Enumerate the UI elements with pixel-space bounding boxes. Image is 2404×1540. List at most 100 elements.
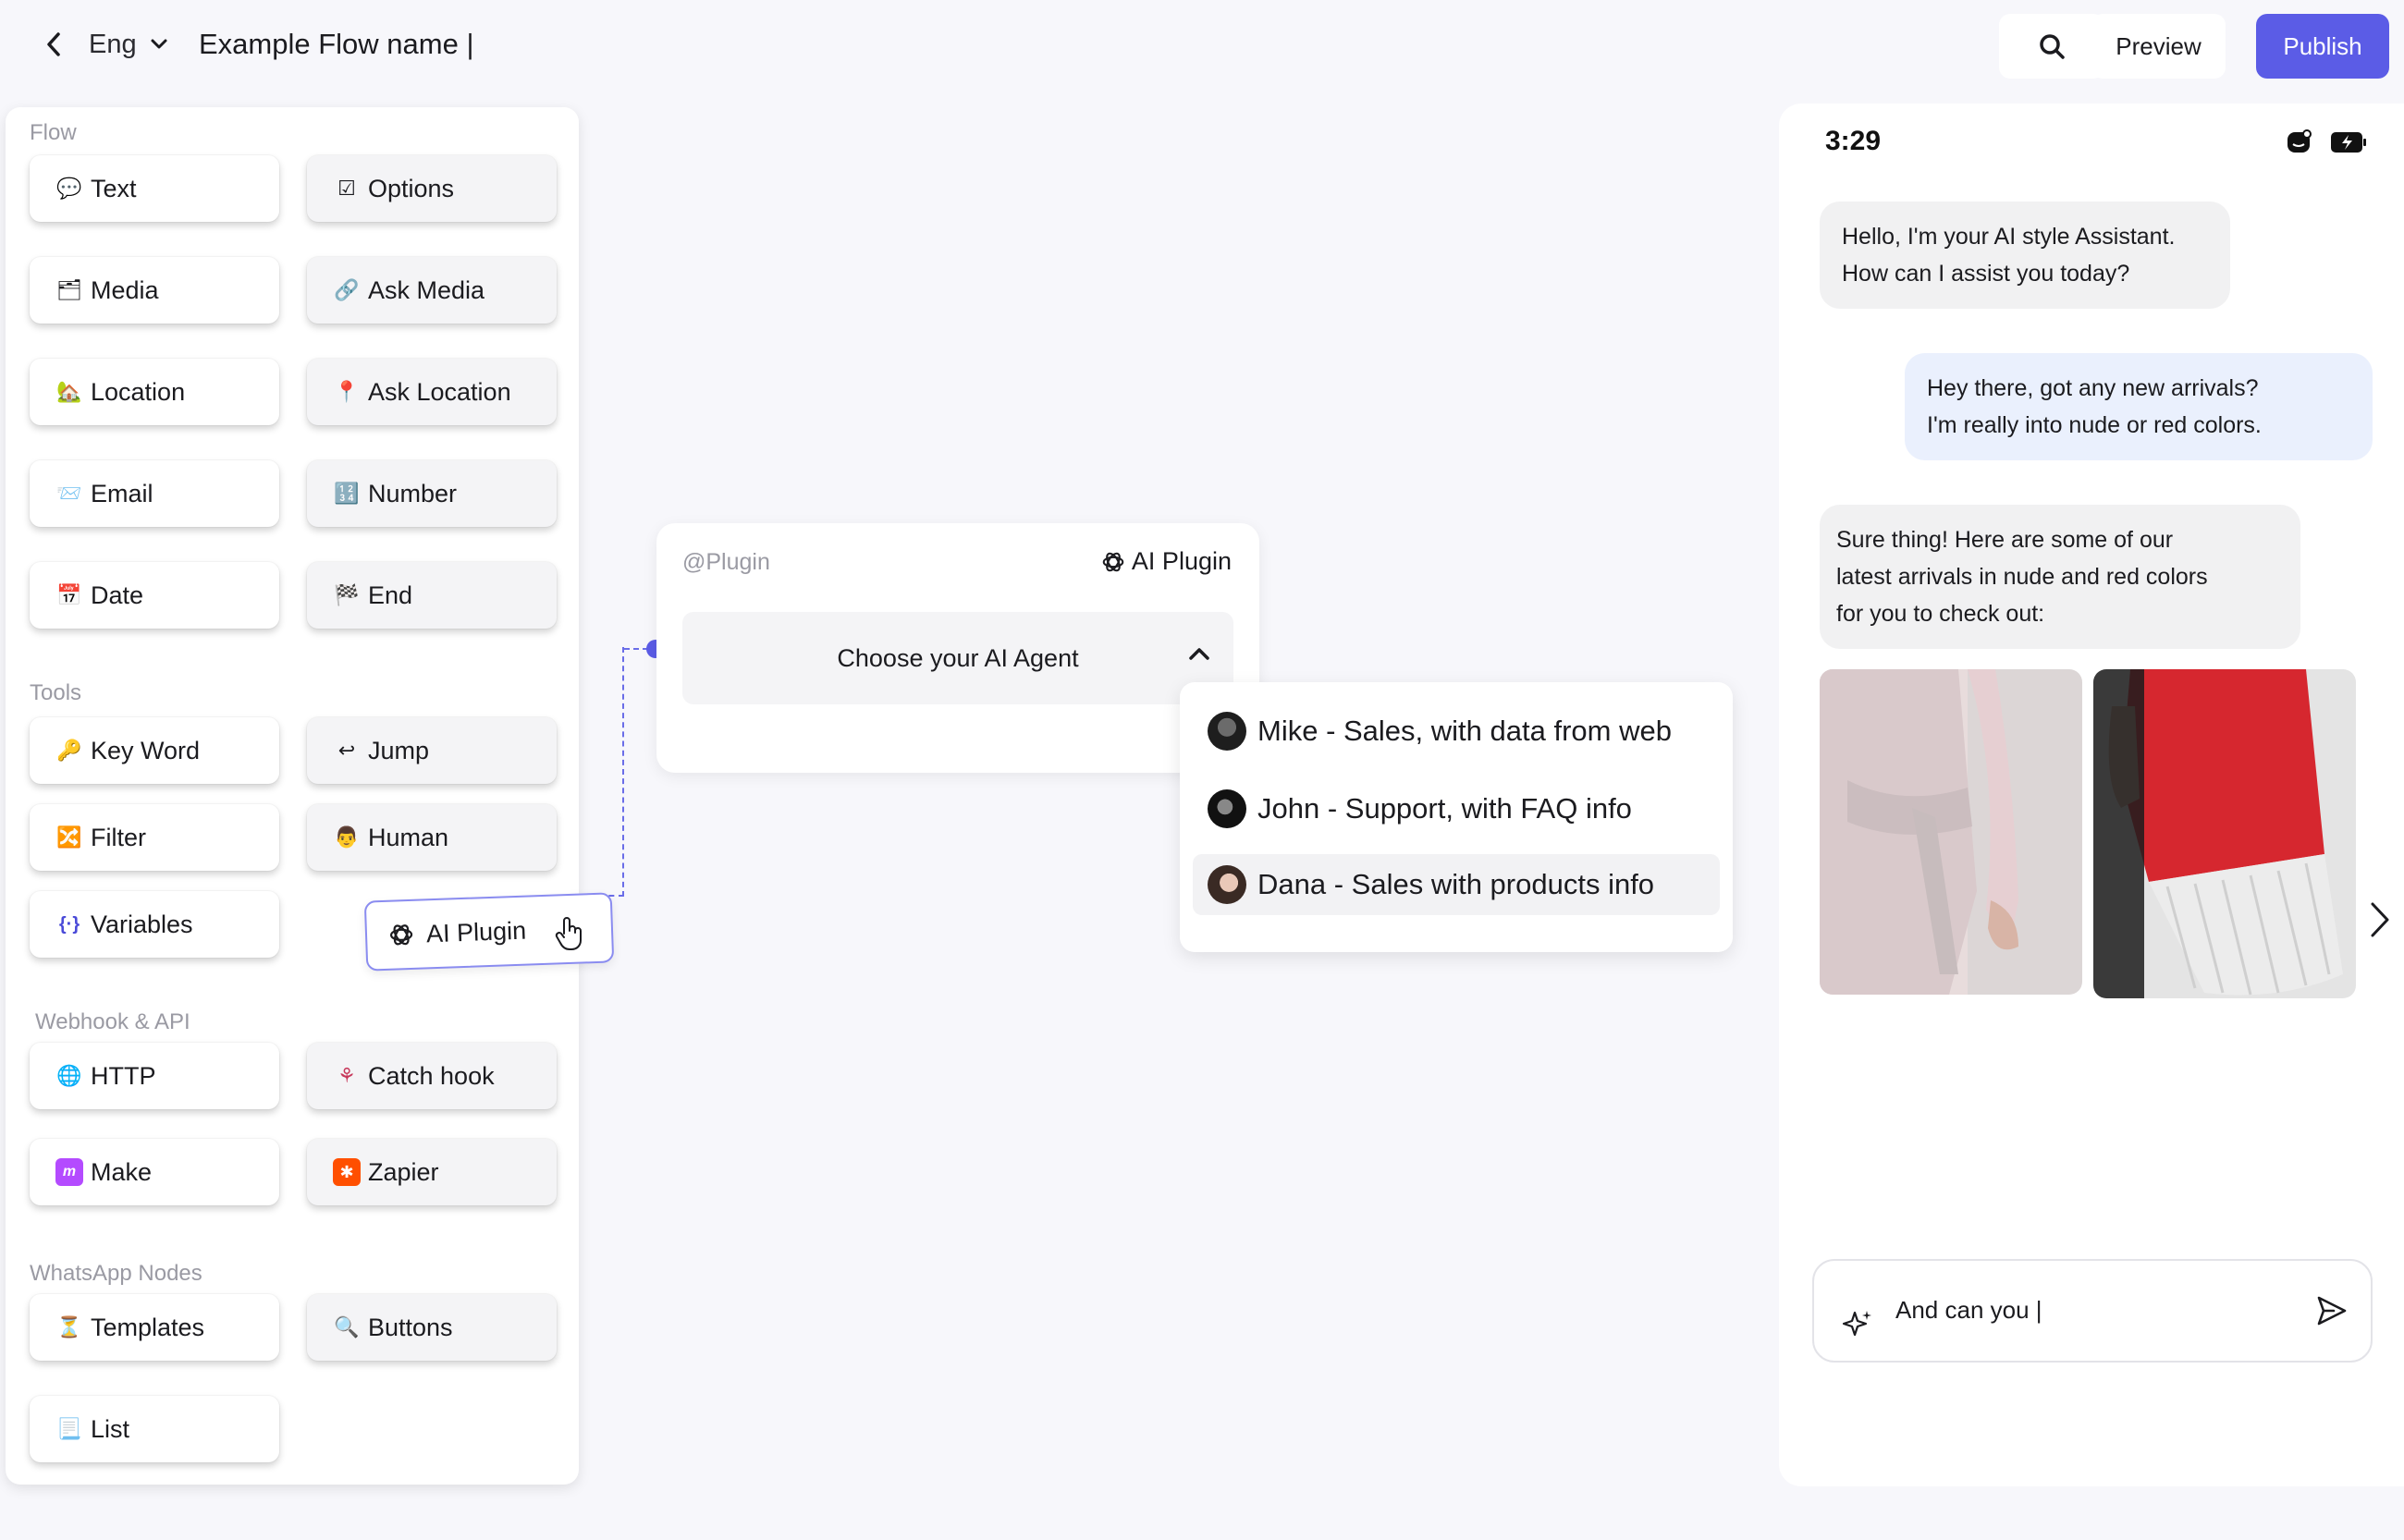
- zapier-logo-icon: ✱: [333, 1158, 361, 1186]
- node-label: Email: [91, 479, 153, 507]
- media-box-icon: 🗂: [56, 278, 82, 301]
- link-icon: 🔗: [334, 278, 360, 301]
- speech-bubble-icon: 💬: [56, 177, 82, 200]
- node-http[interactable]: 🌐 HTTP: [30, 1043, 279, 1109]
- section-title-flow: Flow: [30, 120, 77, 145]
- ai-agent-select[interactable]: Choose your AI Agent: [682, 612, 1233, 704]
- chat-bubble-bot: Hello, I'm your AI style Assistant. How …: [1820, 202, 2230, 309]
- ai-agent-select-label: Choose your AI Agent: [837, 643, 1079, 672]
- list-whatsapp-icon: 📃: [56, 1417, 82, 1440]
- message-line: Hey there, got any new arrivals?: [1927, 375, 2259, 401]
- notification-icon: [2287, 129, 2312, 153]
- language-label: Eng: [89, 29, 137, 59]
- agent-option-dana[interactable]: Dana - Sales with products info: [1193, 854, 1720, 915]
- node-ask-media[interactable]: 🔗 Ask Media: [307, 257, 557, 324]
- make-logo-icon: m: [55, 1158, 83, 1186]
- send-icon[interactable]: [2315, 1294, 2349, 1327]
- node-email[interactable]: 📨 Email: [30, 460, 279, 527]
- node-templates[interactable]: ⏳ Templates: [30, 1294, 279, 1361]
- chat-preview-panel: 3:29 Hello, I'm your AI style Assistant.…: [1779, 104, 2404, 1486]
- product-photo-red: [2093, 669, 2356, 998]
- calendar-icon: 📅: [56, 583, 82, 606]
- inbox-icon: 📨: [56, 482, 82, 505]
- node-label: Templates: [91, 1313, 205, 1341]
- product-photo-nude: [1820, 669, 2082, 995]
- message-composer[interactable]: And can you |: [1812, 1259, 2373, 1363]
- node-location[interactable]: 🏡 Location: [30, 359, 279, 425]
- agent-option-mike[interactable]: Mike - Sales, with data from web: [1193, 701, 1720, 762]
- node-catch-hook[interactable]: ⚘ Catch hook: [307, 1043, 557, 1109]
- back-chevron-icon: [47, 32, 60, 56]
- flow-name-input[interactable]: Example Flow name |: [199, 24, 474, 65]
- back-button[interactable]: [37, 26, 70, 63]
- node-text[interactable]: 💬 Text: [30, 155, 279, 222]
- pin-icon: 📍: [334, 380, 360, 403]
- node-filter[interactable]: 🔀 Filter: [30, 804, 279, 871]
- message-line: latest arrivals in nude and red colors: [1836, 564, 2208, 590]
- node-ask-location[interactable]: 📍 Ask Location: [307, 359, 557, 425]
- agent-option-label: Mike - Sales, with data from web: [1257, 715, 1672, 747]
- sparkle-icon: [1842, 1311, 1871, 1337]
- ai-plugin-node-card[interactable]: @Plugin AI Plugin Choose your AI Agent: [656, 523, 1259, 773]
- node-end[interactable]: 🏁 End: [307, 562, 557, 629]
- node-jump[interactable]: ↩ Jump: [307, 717, 557, 784]
- node-label: Ask Media: [368, 275, 485, 304]
- node-date[interactable]: 📅 Date: [30, 562, 279, 629]
- node-label: HTTP: [91, 1061, 156, 1090]
- hourglass-whatsapp-icon: ⏳: [56, 1315, 82, 1338]
- product-image-nude[interactable]: [1820, 669, 2082, 995]
- preview-button[interactable]: Preview: [2091, 14, 2226, 79]
- search-button[interactable]: [1999, 14, 2104, 79]
- publish-button[interactable]: Publish: [2256, 14, 2389, 79]
- node-label: Zapier: [368, 1157, 439, 1186]
- openai-icon: [1102, 552, 1124, 571]
- node-label: Human: [368, 823, 449, 851]
- avatar: [1208, 712, 1246, 751]
- agent-option-label: Dana - Sales with products info: [1257, 868, 1655, 900]
- node-label: Number: [368, 479, 458, 507]
- chevron-right-icon[interactable]: [2363, 898, 2397, 941]
- node-number[interactable]: 🔢 Number: [307, 460, 557, 527]
- node-key-word[interactable]: 🔑 Key Word: [30, 717, 279, 784]
- node-make[interactable]: m Make: [30, 1139, 279, 1205]
- node-label: Filter: [91, 823, 146, 851]
- connector-line: [624, 648, 648, 650]
- connector-line: [622, 647, 624, 897]
- node-label: Make: [91, 1157, 153, 1186]
- node-human[interactable]: 👨 Human: [307, 804, 557, 871]
- number-keys-icon: 🔢: [334, 482, 360, 505]
- language-selector[interactable]: Eng: [89, 26, 168, 63]
- node-options[interactable]: ☑ Options: [307, 155, 557, 222]
- node-label: Jump: [368, 736, 430, 764]
- node-label: Catch hook: [368, 1061, 495, 1090]
- node-buttons[interactable]: 🔍 Buttons: [307, 1294, 557, 1361]
- globe-icon: 🌐: [56, 1064, 82, 1087]
- message-line: Hello, I'm your AI style Assistant.: [1842, 224, 2176, 250]
- webhook-icon: ⚘: [337, 1064, 356, 1087]
- search-icon: [2040, 34, 2065, 59]
- plugin-tag: @Plugin: [682, 549, 770, 575]
- node-media[interactable]: 🗂 Media: [30, 257, 279, 324]
- composer-input[interactable]: And can you |: [1895, 1296, 2042, 1325]
- agent-option-john[interactable]: John - Support, with FAQ info: [1193, 778, 1720, 839]
- message-line: for you to check out:: [1836, 601, 2045, 627]
- node-zapier[interactable]: ✱ Zapier: [307, 1139, 557, 1205]
- house-icon: 🏡: [56, 380, 82, 403]
- top-bar: Eng Example Flow name | Preview Publish: [0, 0, 2404, 92]
- checkbox-icon: ☑: [337, 177, 356, 200]
- agent-option-label: John - Support, with FAQ info: [1257, 792, 1632, 825]
- node-variables[interactable]: {·} Variables: [30, 891, 279, 958]
- avatar: [1208, 789, 1246, 828]
- chevron-down-icon: [151, 39, 167, 49]
- ai-agent-dropdown: Mike - Sales, with data from web John - …: [1180, 682, 1733, 952]
- chat-bubble-bot: Sure thing! Here are some of our latest …: [1820, 505, 2300, 649]
- chat-bubble-user: Hey there, got any new arrivals? I'm rea…: [1905, 353, 2373, 460]
- section-title-tools: Tools: [30, 680, 82, 705]
- node-list[interactable]: 📃 List: [30, 1396, 279, 1462]
- section-title-webhook: Webhook & API: [35, 1009, 190, 1034]
- status-icons: [2286, 129, 2367, 155]
- openai-icon: [389, 924, 413, 946]
- product-image-red[interactable]: [2093, 669, 2356, 998]
- hand-cursor-icon: [555, 917, 582, 950]
- node-library-panel: Flow 💬 Text ☑ Options 🗂 Media 🔗 Ask Medi…: [6, 107, 579, 1485]
